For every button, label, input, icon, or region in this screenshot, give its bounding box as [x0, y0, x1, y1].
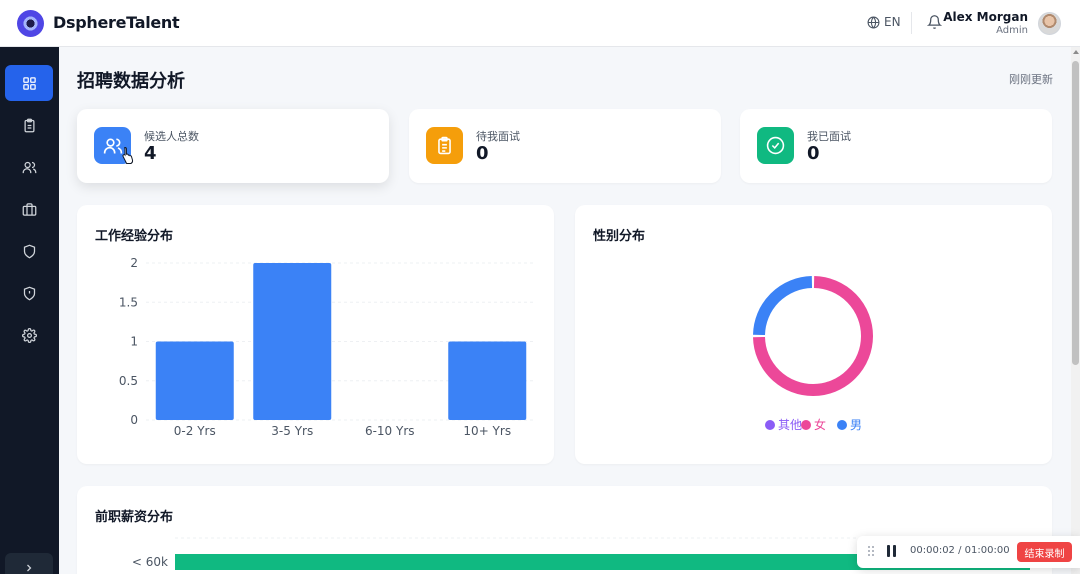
x-tick-label: 6-10 Yrs: [365, 424, 415, 438]
stat-icon-box: [757, 127, 794, 164]
top-bar: DsphereTalent EN Alex Morgan Admin: [0, 0, 1080, 47]
y-tick-label: 0.5: [119, 374, 138, 388]
stat-label: 候选人总数: [144, 130, 199, 143]
shield-alert-icon: [23, 286, 35, 300]
refresh-status[interactable]: 刚刚更新: [1009, 71, 1053, 87]
stat-card-total-candidates[interactable]: 候选人总数 4: [77, 109, 389, 183]
y-tick-label: 2: [130, 256, 138, 270]
stat-card-pending-interviews[interactable]: 待我面试 0: [409, 109, 721, 183]
sidebar-item-jobs[interactable]: [5, 191, 53, 227]
bar[interactable]: [155, 341, 234, 421]
briefcase-icon: [22, 202, 36, 216]
page-title: 招聘数据分析: [77, 71, 185, 92]
legend-swatch: [765, 420, 775, 430]
clipboard-icon: [24, 118, 34, 132]
user-name[interactable]: Alex Morgan: [943, 10, 1028, 24]
gender-chart-card: 性别分布 其他女男: [575, 205, 1052, 464]
y-tick-label: 1: [130, 335, 138, 349]
hand-cursor-icon: [122, 146, 134, 164]
x-tick-label: 3-5 Yrs: [271, 424, 313, 438]
y-tick-label: 0: [130, 413, 138, 427]
y-tick-label: 1.5: [119, 295, 138, 309]
recording-timer: 00:00:02 / 01:00:00: [910, 545, 1010, 556]
clipboard-icon: [438, 136, 451, 155]
stat-icon-box: [426, 127, 463, 164]
x-tick-label: 0-2 Yrs: [174, 424, 216, 438]
stat-value: 4: [144, 143, 157, 164]
legend-item[interactable]: 其他: [765, 418, 802, 432]
bar[interactable]: [448, 341, 527, 421]
x-tick-label: 10+ Yrs: [463, 424, 511, 438]
experience-bar-chart: 0 0.5 1 1.5 2 0-2 Yrs 3-5 Yrs 6-10 Yrs 10+ Yrs: [119, 256, 536, 438]
pause-button[interactable]: [887, 545, 896, 557]
notifications-button[interactable]: [926, 14, 943, 34]
language-label: EN: [884, 15, 901, 29]
sidebar-item-permissions[interactable]: [5, 275, 53, 311]
page-scrollbar[interactable]: [1071, 47, 1080, 574]
dashboard-icon: [22, 76, 36, 90]
users-icon: [22, 161, 36, 173]
chevron-right-icon: [27, 564, 32, 572]
bell-icon: [926, 15, 943, 29]
stat-label: 我已面试: [807, 130, 851, 143]
legend-label: 其他: [778, 418, 802, 432]
stat-value: 0: [476, 143, 489, 164]
stat-label: 待我面试: [476, 130, 520, 143]
avatar[interactable]: [1038, 12, 1061, 35]
experience-chart-card: 工作经验分布 0 0.5 1 1.5 2 0-2 Yrs 3-5 Yrs 6-10 Yrs 10…: [77, 205, 554, 464]
legend-label: 女: [814, 417, 826, 432]
bar[interactable]: [253, 263, 332, 420]
users-icon: [103, 138, 122, 153]
sidebar: [0, 47, 59, 574]
check-circle-icon: [766, 136, 785, 155]
sidebar-item-candidates[interactable]: [5, 149, 53, 185]
sidebar-item-settings[interactable]: [5, 317, 53, 353]
sidebar-item-dashboard[interactable]: [5, 65, 53, 101]
scroll-thumb[interactable]: [1072, 61, 1079, 365]
gender-donut-chart: 其他女 男: [753, 276, 873, 432]
sidebar-item-interviews[interactable]: [5, 107, 53, 143]
user-role: Admin: [996, 25, 1028, 36]
legend-item[interactable]: 男: [837, 418, 862, 432]
language-switcher[interactable]: EN: [867, 15, 901, 29]
pie-slice[interactable]: [753, 276, 813, 336]
logo[interactable]: [17, 10, 44, 37]
legend-swatch: [801, 420, 811, 430]
brand-name[interactable]: DsphereTalent: [53, 13, 180, 32]
legend-item[interactable]: 女: [801, 417, 826, 432]
stop-recording-button[interactable]: 结束录制: [1017, 542, 1072, 562]
legend-label: 男: [850, 418, 862, 432]
legend-swatch: [837, 420, 847, 430]
recording-widget: 00:00:02 / 01:00:00 结束录制: [857, 536, 1080, 568]
gear-icon: [21, 327, 37, 343]
shield-icon: [23, 244, 35, 258]
sidebar-collapse-button[interactable]: [5, 553, 53, 574]
stat-card-completed-interviews[interactable]: 我已面试 0: [740, 109, 1052, 183]
globe-icon: [867, 16, 880, 28]
scroll-up-arrow[interactable]: [1073, 50, 1079, 54]
stat-value: 0: [807, 143, 820, 164]
divider: [911, 12, 912, 34]
sidebar-item-security[interactable]: [5, 233, 53, 269]
y-tick-label: < 60k: [132, 555, 168, 569]
drag-handle-icon[interactable]: [867, 545, 875, 557]
